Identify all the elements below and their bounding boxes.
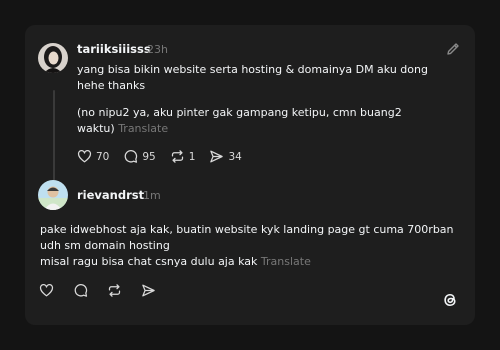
- heart-icon: [39, 283, 54, 298]
- repost-icon: [170, 149, 185, 164]
- post-text-2: (no nipu2 ya, aku pinter gak gampang ket…: [77, 105, 457, 137]
- comment-icon: [73, 283, 88, 298]
- threads-logo-icon[interactable]: [441, 291, 459, 309]
- send-icon: [141, 283, 156, 298]
- reply-username[interactable]: rievandrst: [77, 188, 144, 202]
- pencil-icon[interactable]: [445, 41, 461, 57]
- thread-card: tariiksiiisss 23h yang bisa bikin websit…: [25, 25, 475, 325]
- reply-comment-button[interactable]: [73, 283, 88, 298]
- avatar-rievandrst[interactable]: [38, 180, 68, 210]
- reply-button[interactable]: 95: [123, 149, 156, 164]
- send-icon: [209, 149, 224, 164]
- reply-share-button[interactable]: [141, 283, 156, 298]
- avatar-tariiksiiisss[interactable]: [38, 43, 68, 73]
- share-button[interactable]: 34: [209, 149, 242, 164]
- post-actions: 70 95 1 34: [77, 149, 256, 164]
- reply-repost-button[interactable]: [107, 283, 122, 298]
- translate-link-reply[interactable]: Translate: [261, 255, 311, 268]
- reply-like-button[interactable]: [39, 283, 54, 298]
- like-count: 70: [96, 150, 110, 163]
- translate-link-post[interactable]: Translate: [118, 122, 168, 135]
- reply-count: 95: [142, 150, 156, 163]
- like-button[interactable]: 70: [77, 149, 109, 164]
- reply-text-body: pake idwebhost aja kak, buatin website k…: [40, 223, 454, 268]
- reply-time: 1m: [143, 189, 161, 202]
- reply-actions: [39, 283, 170, 298]
- repost-button[interactable]: 1: [170, 149, 196, 164]
- heart-icon: [77, 149, 92, 164]
- post-time: 23h: [147, 43, 168, 56]
- post-username[interactable]: tariiksiiisss: [77, 42, 151, 56]
- share-count: 34: [228, 150, 242, 163]
- comment-icon: [123, 149, 138, 164]
- repost-icon: [107, 283, 122, 298]
- repost-count: 1: [188, 150, 196, 163]
- post-text-1: yang bisa bikin website serta hosting & …: [77, 63, 428, 92]
- reply-text: pake idwebhost aja kak, buatin website k…: [40, 222, 465, 270]
